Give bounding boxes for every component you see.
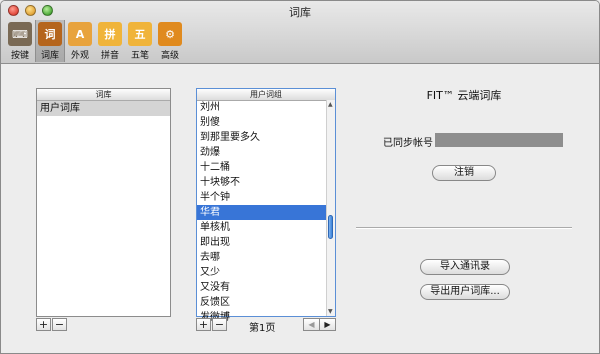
toolbar-tab-1[interactable]: 词词库 (35, 20, 65, 62)
next-page-button[interactable]: ▶ (319, 318, 336, 331)
toolbar-tab-label: 外观 (70, 51, 89, 61)
preferences-window: 词库 ⌨ 按键词词库 A 外观拼拼音五五笔 ⚙ 高级 词库 用户词库 + − 用户词组 刘… (0, 0, 600, 354)
dictionary-list-item[interactable]: 用户词库 (37, 101, 170, 116)
add-phrase-button[interactable]: + (196, 318, 211, 331)
phrase-list-item[interactable]: 劲爆 (197, 145, 326, 160)
phrase-list-item[interactable]: 单核机 (197, 220, 326, 235)
cloud-dictionary-title: FIT™ 云端词库 (426, 89, 502, 102)
add-dictionary-button[interactable]: + (36, 318, 51, 331)
remove-phrase-button[interactable]: − (212, 318, 227, 331)
phrase-list-item[interactable]: 华君 (197, 205, 326, 220)
keyboard-icon: ⌨ (8, 22, 32, 46)
scrollbar-thumb[interactable] (328, 215, 333, 239)
phrase-list-item[interactable]: 到那里要多久 (197, 130, 326, 145)
title-bar: 词库 ⌨ 按键词词库 A 外观拼拼音五五笔 ⚙ 高级 (1, 1, 599, 64)
toolbar-tab-label: 拼音 (100, 51, 119, 61)
logout-button[interactable]: 注销 (432, 165, 496, 181)
toolbar-tab-2[interactable]: A 外观 (65, 20, 95, 62)
appearance-icon: A (68, 22, 92, 46)
phrase-list-item[interactable]: 十块够不 (197, 175, 326, 190)
pinyin-icon: 拼 (98, 22, 122, 46)
toolbar-tab-label: 五笔 (130, 51, 149, 61)
preferences-toolbar: ⌨ 按键词词库 A 外观拼拼音五五笔 ⚙ 高级 (5, 20, 185, 62)
phrase-list-item[interactable]: 刘州 (197, 100, 326, 115)
phrase-list-item[interactable]: 即出现 (197, 235, 326, 250)
wubi-icon: 五 (128, 22, 152, 46)
phrase-list-item[interactable]: 去哪 (197, 250, 326, 265)
dictionary-list[interactable]: 词库 用户词库 (36, 88, 171, 317)
phrase-list-item[interactable]: 又少 (197, 265, 326, 280)
synced-account-value (435, 133, 563, 147)
section-divider (356, 227, 572, 229)
window-title: 词库 (289, 6, 311, 19)
toolbar-tab-label: 词库 (40, 51, 59, 61)
scroll-up-arrow-icon[interactable]: ▲ (328, 101, 333, 108)
toolbar-tab-label: 高级 (160, 51, 179, 61)
toolbar-tab-5[interactable]: ⚙ 高级 (155, 20, 185, 62)
synced-account-label: 已同步帐号 (383, 138, 433, 149)
gear-icon: ⚙ (158, 22, 182, 46)
scroll-down-arrow-icon[interactable]: ▼ (328, 308, 333, 315)
import-contacts-button[interactable]: 导入通讯录 (420, 259, 510, 275)
toolbar-tab-label: 按键 (10, 51, 29, 61)
phrase-list-item[interactable]: 又没有 (197, 280, 326, 295)
page-indicator: 第1页 (249, 323, 276, 334)
previous-page-button[interactable]: ◀ (303, 318, 320, 331)
toolbar-tab-3[interactable]: 拼拼音 (95, 20, 125, 62)
remove-dictionary-button[interactable]: − (52, 318, 67, 331)
toolbar-tab-4[interactable]: 五五笔 (125, 20, 155, 62)
phrase-list-item[interactable]: 十二桶 (197, 160, 326, 175)
toolbar-tab-0[interactable]: ⌨ 按键 (5, 20, 35, 62)
dictionary-list-header[interactable]: 词库 (37, 89, 170, 101)
dictionary-book-icon: 词 (38, 22, 62, 46)
phrase-list-scrollbar[interactable]: ▲ ▼ (326, 100, 335, 316)
phrase-list-item[interactable]: 反馈区 (197, 295, 326, 310)
export-user-dictionary-button[interactable]: 导出用户词库... (420, 284, 510, 300)
user-phrase-list[interactable]: 用户词组 刘州 别傻 到那里要多久 劲爆 十二桶 十块够不 半个钟 华君 单核机 即出现 去哪 又少又… (196, 88, 336, 323)
phrase-list-item[interactable]: 别傻 (197, 115, 326, 130)
phrase-list-item[interactable]: 半个钟 (197, 190, 326, 205)
